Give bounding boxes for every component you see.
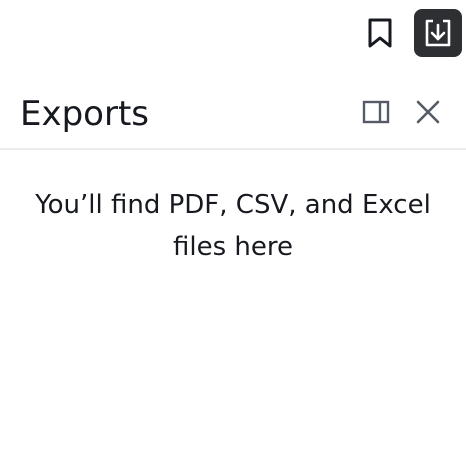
bookmark-icon [368,18,392,48]
close-button[interactable] [412,96,444,128]
panel-title: Exports [20,94,150,134]
close-icon [416,100,440,124]
exports-page: Exports You’ll find PDF, CSV, and Excel … [0,0,466,460]
exports-toggle-button[interactable] [414,9,462,57]
bookmark-button[interactable] [356,9,404,57]
split-view-button[interactable] [360,96,392,128]
top-toolbar [356,8,462,58]
split-view-icon [362,100,390,124]
download-icon [425,19,451,47]
empty-state-message: You’ll find PDF, CSV, and Excel files he… [35,190,431,262]
exports-panel-header: Exports [0,88,466,150]
